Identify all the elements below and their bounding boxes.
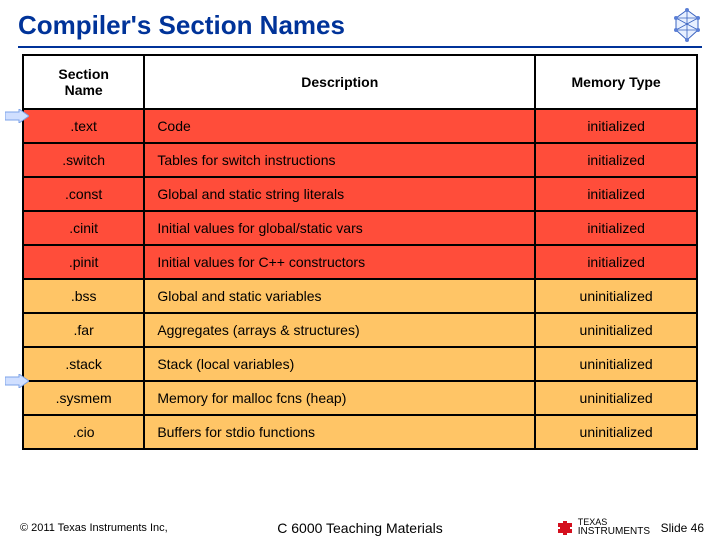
cell-description: Tables for switch instructions <box>144 143 535 177</box>
cell-memory-type: uninitialized <box>535 313 697 347</box>
cell-description: Initial values for C++ constructors <box>144 245 535 279</box>
ti-logo-block: TEXAS INSTRUMENTS <box>556 518 650 538</box>
cell-section-name: .bss <box>23 279 144 313</box>
cell-memory-type: initialized <box>535 211 697 245</box>
cell-description: Memory for malloc fcns (heap) <box>144 381 535 415</box>
arrow-icon <box>5 374 29 388</box>
page-title: Compiler's Section Names <box>18 10 345 41</box>
cell-section-name: .sysmem <box>23 381 144 415</box>
slide-number: Slide 46 <box>661 521 704 535</box>
table-row: .sysmemMemory for malloc fcns (heap)unin… <box>23 381 697 415</box>
cell-section-name: .stack <box>23 347 144 381</box>
cell-description: Global and static string literals <box>144 177 535 211</box>
cell-section-name: .const <box>23 177 144 211</box>
cell-section-name: .text <box>23 109 144 143</box>
table-row: .constGlobal and static string literalsi… <box>23 177 697 211</box>
cell-memory-type: uninitialized <box>535 279 697 313</box>
cell-description: Aggregates (arrays & structures) <box>144 313 535 347</box>
arrow-icon <box>5 109 29 123</box>
table-row: .cinitInitial values for global/static v… <box>23 211 697 245</box>
table-row: .textCodeinitialized <box>23 109 697 143</box>
cell-description: Code <box>144 109 535 143</box>
title-underline <box>18 46 702 48</box>
table-row: .pinitInitial values for C++ constructor… <box>23 245 697 279</box>
table-row: .bssGlobal and static variablesuninitial… <box>23 279 697 313</box>
cell-section-name: .cio <box>23 415 144 449</box>
copyright-text: © 2011 Texas Instruments Inc, <box>20 522 168 534</box>
cell-section-name: .pinit <box>23 245 144 279</box>
col-header-name: Section Name <box>23 55 144 109</box>
table-header-row: Section Name Description Memory Type <box>23 55 697 109</box>
cell-description: Buffers for stdio functions <box>144 415 535 449</box>
col-header-desc: Description <box>144 55 535 109</box>
cell-memory-type: uninitialized <box>535 415 697 449</box>
cell-description: Stack (local variables) <box>144 347 535 381</box>
cell-memory-type: initialized <box>535 109 697 143</box>
sections-table: Section Name Description Memory Type .te… <box>22 54 698 450</box>
table-row: .farAggregates (arrays & structures)unin… <box>23 313 697 347</box>
table-row: .switchTables for switch instructionsini… <box>23 143 697 177</box>
cell-memory-type: initialized <box>535 177 697 211</box>
col-header-mem: Memory Type <box>535 55 697 109</box>
cell-section-name: .cinit <box>23 211 144 245</box>
cell-memory-type: uninitialized <box>535 347 697 381</box>
ti-text-line2: INSTRUMENTS <box>578 527 650 538</box>
cell-section-name: .far <box>23 313 144 347</box>
logo-icon <box>672 8 702 42</box>
cell-memory-type: uninitialized <box>535 381 697 415</box>
cell-description: Initial values for global/static vars <box>144 211 535 245</box>
cell-description: Global and static variables <box>144 279 535 313</box>
ti-chip-icon <box>556 519 574 537</box>
table-row: .cioBuffers for stdio functionsuninitial… <box>23 415 697 449</box>
cell-memory-type: initialized <box>535 143 697 177</box>
table-row: .stackStack (local variables)uninitializ… <box>23 347 697 381</box>
footer-center-text: C 6000 Teaching Materials <box>277 520 443 536</box>
cell-section-name: .switch <box>23 143 144 177</box>
cell-memory-type: initialized <box>535 245 697 279</box>
